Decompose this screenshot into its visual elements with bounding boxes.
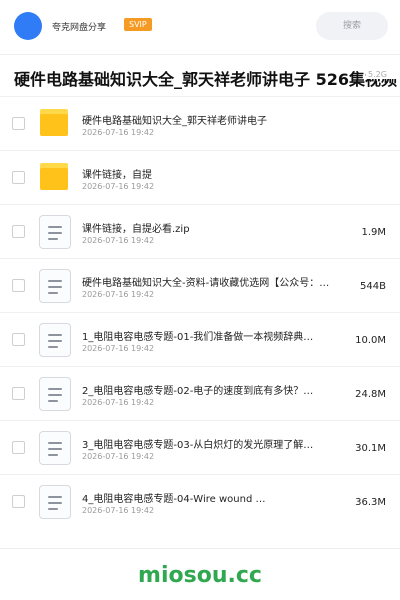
divider bbox=[0, 548, 400, 549]
header: 夸克网盘分享 SVIP 搜索 bbox=[0, 0, 400, 52]
file-date: 2026-07-16 19:42 bbox=[82, 128, 155, 137]
file-date: 2026-07-16 19:42 bbox=[82, 344, 155, 353]
file-size: 10.0M bbox=[355, 335, 386, 346]
folder-size: 5.2G bbox=[366, 70, 400, 79]
folder-icon bbox=[38, 109, 70, 139]
checkbox[interactable] bbox=[12, 117, 25, 130]
file-size: 36.3M bbox=[355, 497, 386, 508]
watermark: miosou.cc bbox=[138, 563, 262, 588]
checkbox[interactable] bbox=[12, 171, 25, 184]
search-input[interactable]: 搜索 bbox=[316, 12, 388, 40]
file-name: 课件链接，自提 bbox=[82, 170, 152, 181]
checkbox[interactable] bbox=[12, 225, 25, 238]
file-date: 2026-07-16 19:42 bbox=[82, 398, 155, 407]
file-name: 课件链接，自提必看.zip bbox=[82, 224, 190, 235]
file-name: 2_电阻电容电感专题-02-电子的速度到底有多快？… bbox=[82, 386, 314, 397]
document-icon bbox=[38, 377, 71, 411]
document-icon bbox=[38, 431, 71, 465]
file-date: 2026-07-16 19:42 bbox=[82, 290, 155, 299]
file-name: 硬件电路基础知识大全-资料-请收藏优选网【公众号：… bbox=[82, 278, 330, 289]
file-size: 1.9M bbox=[361, 227, 386, 238]
document-icon bbox=[38, 485, 71, 519]
list-item[interactable]: 课件链接，自提必看.zip 2026-07-16 19:42 1.9M bbox=[0, 204, 400, 258]
folder-title: 硬件电路基础知识大全_郭天祥老师讲电子 526集视频 bbox=[14, 70, 397, 89]
title-bar: 硬件电路基础知识大全_郭天祥老师讲电子 526集视频 5.2G bbox=[0, 56, 400, 96]
list-item[interactable]: 2_电阻电容电感专题-02-电子的速度到底有多快？… 2026-07-16 19… bbox=[0, 366, 400, 420]
folder-icon bbox=[38, 163, 70, 193]
list-item[interactable]: 课件链接，自提 2026-07-16 19:42 bbox=[0, 150, 400, 204]
checkbox[interactable] bbox=[12, 387, 25, 400]
checkbox[interactable] bbox=[12, 333, 25, 346]
svip-badge: SVIP bbox=[124, 18, 152, 31]
file-date: 2026-07-16 19:42 bbox=[82, 236, 155, 245]
avatar[interactable] bbox=[14, 12, 42, 40]
file-name: 4_电阻电容电感专题-04-Wire wound … bbox=[82, 494, 266, 505]
file-size: 544B bbox=[360, 281, 386, 292]
file-date: 2026-07-16 19:42 bbox=[82, 182, 155, 191]
divider bbox=[0, 54, 400, 55]
list-item[interactable]: 3_电阻电容电感专题-03-从白炽灯的发光原理了解… 2026-07-16 19… bbox=[0, 420, 400, 474]
checkbox[interactable] bbox=[12, 441, 25, 454]
file-name: 1_电阻电容电感专题-01-我们准备做一本视频辞典… bbox=[82, 332, 314, 343]
document-icon bbox=[38, 215, 71, 249]
list-item[interactable]: 4_电阻电容电感专题-04-Wire wound … 2026-07-16 19… bbox=[0, 474, 400, 528]
document-icon bbox=[38, 323, 71, 357]
file-size: 24.8M bbox=[355, 389, 386, 400]
list-item[interactable]: 硬件电路基础知识大全_郭天祥老师讲电子 2026-07-16 19:42 bbox=[0, 96, 400, 150]
file-name: 3_电阻电容电感专题-03-从白炽灯的发光原理了解… bbox=[82, 440, 314, 451]
file-name: 硬件电路基础知识大全_郭天祥老师讲电子 bbox=[82, 116, 267, 127]
list-item[interactable]: 硬件电路基础知识大全-资料-请收藏优选网【公众号：… 2026-07-16 19… bbox=[0, 258, 400, 312]
owner-name[interactable]: 夸克网盘分享 bbox=[52, 20, 106, 33]
checkbox[interactable] bbox=[12, 279, 25, 292]
file-size: 30.1M bbox=[355, 443, 386, 454]
document-icon bbox=[38, 269, 71, 303]
file-date: 2026-07-16 19:42 bbox=[82, 506, 155, 515]
list-item[interactable]: 1_电阻电容电感专题-01-我们准备做一本视频辞典… 2026-07-16 19… bbox=[0, 312, 400, 366]
file-date: 2026-07-16 19:42 bbox=[82, 452, 155, 461]
checkbox[interactable] bbox=[12, 495, 25, 508]
